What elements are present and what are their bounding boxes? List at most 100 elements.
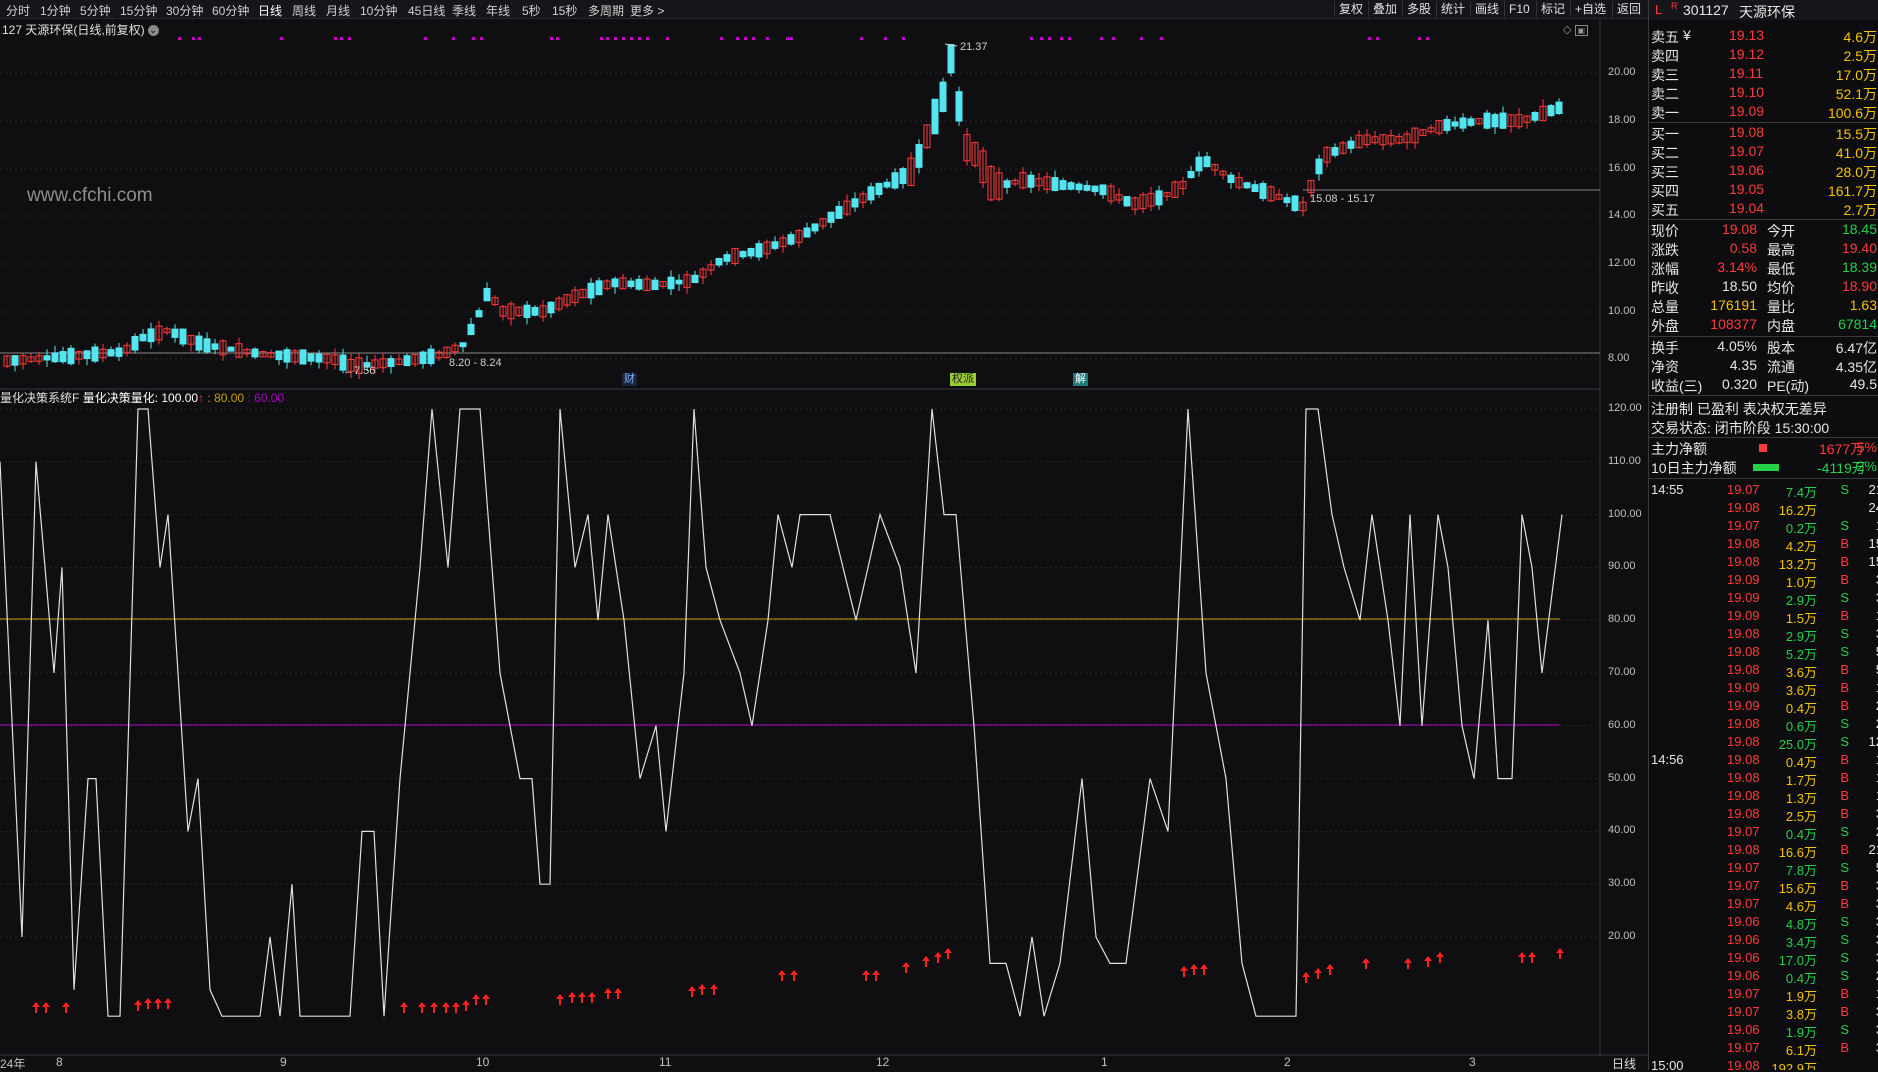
candle <box>123 342 131 357</box>
candle <box>227 346 235 352</box>
candle <box>379 352 387 373</box>
stat-row: 现价 19.08 今开 18.45 <box>1651 221 1877 239</box>
candle <box>139 329 147 342</box>
chevron-down-icon[interactable]: ⌄ <box>147 25 159 37</box>
tick-row: 19.0825.0万S12 <box>1727 734 1878 752</box>
candle <box>1227 172 1235 189</box>
period-indicator[interactable]: 日线 <box>1612 1055 1636 1072</box>
buy-arrow-icon <box>556 994 564 1005</box>
stat-row: 净资 4.35 流通 4.35亿 <box>1651 357 1877 375</box>
buy-arrow-icon <box>1518 952 1526 963</box>
signal-dot <box>786 37 789 40</box>
candle <box>731 247 739 266</box>
buy-arrow-icon <box>922 956 930 967</box>
candle <box>1291 194 1299 212</box>
candle <box>1155 185 1163 210</box>
signal-dot <box>280 37 283 40</box>
signal-dot <box>720 37 723 40</box>
tick-row: 19.074.6万B3 <box>1727 896 1878 914</box>
candle <box>1147 187 1155 212</box>
candle <box>1267 185 1275 202</box>
candle <box>1259 181 1267 202</box>
candle <box>171 324 179 343</box>
window-controls: ◇ ▣ <box>1563 23 1589 36</box>
kline-chart-canvas[interactable]: 21.37 ←7.56 <box>0 0 1648 1070</box>
candle <box>1515 108 1523 130</box>
candle <box>1043 171 1051 194</box>
signal-dot <box>1426 37 1429 40</box>
candle <box>627 277 635 289</box>
candle <box>1299 196 1307 217</box>
candle <box>491 295 499 307</box>
signal-dot <box>1068 37 1071 40</box>
candle <box>771 236 779 251</box>
candle <box>1363 129 1371 148</box>
quote-header: L R 301127 天源环保 <box>1649 0 1878 20</box>
signal-dot <box>192 37 195 40</box>
candle <box>835 200 843 219</box>
tick-row: 19.085.2万S5 <box>1727 644 1878 662</box>
x-tick: 10 <box>476 1055 490 1069</box>
candle <box>1211 163 1219 176</box>
tick-row: 19.071.9万B1 <box>1727 986 1878 1004</box>
candle <box>547 301 555 318</box>
candle <box>1139 192 1147 214</box>
bid-row: 买二 19.07 41.0万 <box>1651 143 1877 161</box>
quote-panel: L R 301127 天源环保 卖五 ¥19.13 4.6万 卖四 19.12 2.5万卖… <box>1648 0 1878 1070</box>
buy-arrow-icon <box>1180 966 1188 977</box>
indicator-title[interactable]: 量化决策系统F 量化决策量化: 100.00↑ : 80.00 : 60.00 <box>0 389 284 406</box>
signal-dot <box>550 37 553 40</box>
tick-row: 19.080.6万S2 <box>1727 716 1878 734</box>
buy-arrow-icon <box>430 1002 438 1013</box>
buy-arrow-icon <box>778 970 786 981</box>
buy-arrow-icon <box>862 970 870 981</box>
buy-arrow-icon <box>1556 948 1564 959</box>
candle <box>1467 116 1475 128</box>
candle <box>635 275 643 291</box>
buy-arrow-icon <box>710 984 718 995</box>
candle <box>211 338 219 355</box>
candle <box>459 342 467 352</box>
candle <box>955 86 963 127</box>
main-flow-10-row: 10日主力净额 -4119万 -2% <box>1651 458 1877 476</box>
x-tick: 12 <box>876 1055 890 1069</box>
candle <box>747 247 755 259</box>
candle <box>1411 127 1419 149</box>
stat-row: 收益(三) 0.320 PE(动) 49.5 <box>1651 376 1877 394</box>
tick-row: 19.081.7万B1 <box>1727 770 1878 788</box>
candle <box>795 229 803 248</box>
indicator-tick: 40.00 <box>1608 824 1636 837</box>
candle <box>179 328 187 347</box>
candle <box>131 333 139 354</box>
event-dividend[interactable]: 权派 <box>950 373 976 386</box>
x-tick: 2 <box>1284 1055 1291 1069</box>
buy-arrow-icon <box>1302 972 1310 983</box>
r-badge: R <box>1671 1 1678 11</box>
candle <box>555 295 563 312</box>
ask-row: 卖二 19.10 52.1万 <box>1651 84 1877 102</box>
candle <box>1547 103 1555 117</box>
event-unlock[interactable]: 解 <box>1073 373 1088 386</box>
candle <box>1083 180 1091 192</box>
stock-code: 301127 <box>1683 2 1729 18</box>
candle <box>403 353 411 367</box>
indicator-tick: 50.00 <box>1608 771 1636 784</box>
bid-row: 买三 19.06 28.0万 <box>1651 162 1877 180</box>
buy-arrow-icon <box>568 992 576 1003</box>
candle <box>875 182 883 198</box>
candle <box>427 344 435 367</box>
indicator-tick: 20.00 <box>1608 930 1636 942</box>
candle <box>187 334 195 352</box>
chart-title[interactable]: 127 天源环保(日线,前复权) ⌄ <box>2 21 159 38</box>
signal-dot <box>1418 37 1421 40</box>
candle <box>203 332 211 354</box>
candle <box>1115 188 1123 204</box>
indicator-tick: 110.00 <box>1608 454 1641 467</box>
candle <box>1131 196 1139 215</box>
maximize-icon[interactable]: ▣ <box>1574 25 1589 36</box>
candle <box>755 240 763 261</box>
buy-arrow-icon <box>144 998 152 1009</box>
buy-arrow-icon <box>134 1000 142 1011</box>
candle <box>611 276 619 294</box>
event-finance[interactable]: 财 <box>622 373 637 386</box>
